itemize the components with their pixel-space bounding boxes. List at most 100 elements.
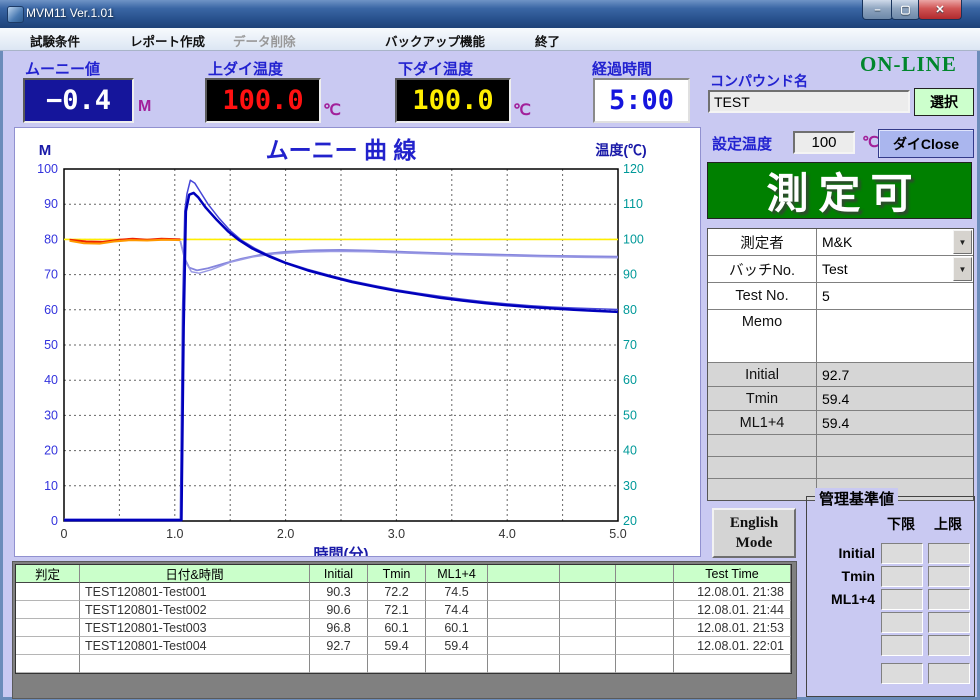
limit-upper-input-2[interactable]	[928, 566, 970, 587]
history-cell[interactable]	[616, 601, 674, 619]
measure-row-test-no: Test No.5	[708, 283, 973, 310]
history-cell[interactable]: 72.2	[368, 583, 426, 601]
history-cell[interactable]	[426, 655, 488, 673]
history-cell[interactable]	[488, 583, 560, 601]
menu-item-1[interactable]: 試験条件	[30, 31, 80, 50]
x-tick-label: 0	[61, 527, 68, 541]
limit-upper-input-4[interactable]	[928, 612, 970, 633]
series-mooney-curve-dark	[64, 193, 618, 520]
history-cell[interactable]	[368, 655, 426, 673]
measure-value-operator[interactable]: M&K▼	[817, 229, 973, 255]
left-tick-label: 40	[44, 373, 58, 387]
limit-lower-input-3[interactable]	[881, 589, 923, 610]
history-cell[interactable]	[560, 655, 616, 673]
history-cell[interactable]	[16, 655, 80, 673]
app-window: MVM11 Ver.1.01 – ▢ ✕ 試験条件レポート作成データ削除バックア…	[0, 0, 980, 700]
limit-lower-input-5[interactable]	[881, 635, 923, 656]
history-cell[interactable]	[488, 655, 560, 673]
history-cell[interactable]: 60.1	[426, 619, 488, 637]
history-cell[interactable]: 59.4	[368, 637, 426, 655]
upper-die-unit-label: ℃	[323, 100, 341, 120]
history-cell[interactable]: 90.6	[310, 601, 368, 619]
history-cell[interactable]: 74.4	[426, 601, 488, 619]
history-cell[interactable]	[488, 637, 560, 655]
history-cell[interactable]	[560, 601, 616, 619]
limit-lower-input-2[interactable]	[881, 566, 923, 587]
history-cell[interactable]: 92.7	[310, 637, 368, 655]
menu-item-5[interactable]: 終了	[535, 31, 560, 50]
select-compound-button[interactable]: 選択	[914, 88, 974, 116]
history-cell[interactable]: 72.1	[368, 601, 426, 619]
measure-value-test-no[interactable]: 5	[817, 283, 973, 309]
history-cell[interactable]	[616, 655, 674, 673]
measure-label-empty-3	[708, 479, 817, 500]
measure-value-tmin: 59.4	[817, 387, 973, 410]
history-cell[interactable]	[560, 619, 616, 637]
set-temp-input[interactable]	[793, 131, 855, 154]
lower-die-temp-display: 100.0	[395, 78, 511, 123]
batch-no-combo-arrow-icon[interactable]: ▼	[953, 257, 972, 281]
operator-combo-arrow-icon[interactable]: ▼	[953, 230, 972, 254]
close-button[interactable]: ✕	[918, 0, 962, 20]
die-close-button[interactable]: ダイClose	[878, 129, 974, 158]
english-mode-button[interactable]: English Mode	[712, 508, 796, 558]
history-cell[interactable]	[16, 583, 80, 601]
english-mode-line1: English	[730, 513, 778, 533]
limit-lower-input-6[interactable]	[881, 663, 923, 684]
history-cell[interactable]: 90.3	[310, 583, 368, 601]
history-cell[interactable]	[488, 601, 560, 619]
history-cell[interactable]: 74.5	[426, 583, 488, 601]
history-cell[interactable]: 96.8	[310, 619, 368, 637]
history-cell[interactable]	[674, 655, 791, 673]
history-cell[interactable]	[560, 583, 616, 601]
limit-upper-input-1[interactable]	[928, 543, 970, 564]
history-cell[interactable]: TEST120801-Test003	[80, 619, 310, 637]
measure-label-test-no: Test No.	[708, 283, 817, 309]
compound-name-input[interactable]	[708, 90, 910, 113]
limit-upper-input-3[interactable]	[928, 589, 970, 610]
right-tick-label: 50	[623, 408, 637, 422]
menu-item-2[interactable]: レポート作成	[130, 31, 205, 50]
history-cell[interactable]: 60.1	[368, 619, 426, 637]
english-mode-line2: Mode	[736, 533, 773, 553]
maximize-button[interactable]: ▢	[891, 0, 920, 20]
history-cell[interactable]	[16, 637, 80, 655]
maximize-icon: ▢	[900, 3, 910, 16]
limit-row-label-ml1+4: ML1+4	[807, 591, 875, 607]
history-cell[interactable]: 12.08.01. 21:44	[674, 601, 791, 619]
limit-lower-input-1[interactable]	[881, 543, 923, 564]
history-cell[interactable]: 59.4	[426, 637, 488, 655]
measure-value-memo[interactable]	[817, 310, 973, 362]
limit-upper-input-6[interactable]	[928, 663, 970, 684]
limit-lower-input-4[interactable]	[881, 612, 923, 633]
minimize-button[interactable]: –	[862, 0, 893, 20]
history-header-8	[616, 565, 674, 583]
history-cell[interactable]: TEST120801-Test004	[80, 637, 310, 655]
history-cell[interactable]	[310, 655, 368, 673]
history-cell[interactable]	[616, 583, 674, 601]
menu-item-4[interactable]: バックアップ機能	[385, 31, 485, 50]
history-cell[interactable]	[560, 637, 616, 655]
history-header-2: 日付&時間	[80, 565, 310, 583]
history-cell[interactable]: 12.08.01. 21:53	[674, 619, 791, 637]
history-cell[interactable]: 12.08.01. 22:01	[674, 637, 791, 655]
history-cell[interactable]	[16, 601, 80, 619]
right-tick-label: 60	[623, 373, 637, 387]
lower-limit-header: 下限	[887, 514, 915, 534]
minimize-icon: –	[874, 4, 880, 16]
history-cell[interactable]	[80, 655, 310, 673]
history-cell[interactable]	[616, 619, 674, 637]
history-cell[interactable]: TEST120801-Test001	[80, 583, 310, 601]
history-cell[interactable]	[616, 637, 674, 655]
limit-upper-input-5[interactable]	[928, 635, 970, 656]
measure-row-memo: Memo	[708, 310, 973, 363]
x-tick-label: 5.0	[609, 527, 626, 541]
history-cell[interactable]: 12.08.01. 21:38	[674, 583, 791, 601]
measure-row-empty-1	[708, 435, 973, 457]
online-status-label: ON-LINE	[860, 52, 957, 77]
history-cell[interactable]	[488, 619, 560, 637]
measure-value-batch-no[interactable]: Test▼	[817, 256, 973, 282]
history-cell[interactable]	[16, 619, 80, 637]
history-cell[interactable]: TEST120801-Test002	[80, 601, 310, 619]
close-icon: ✕	[935, 3, 944, 16]
